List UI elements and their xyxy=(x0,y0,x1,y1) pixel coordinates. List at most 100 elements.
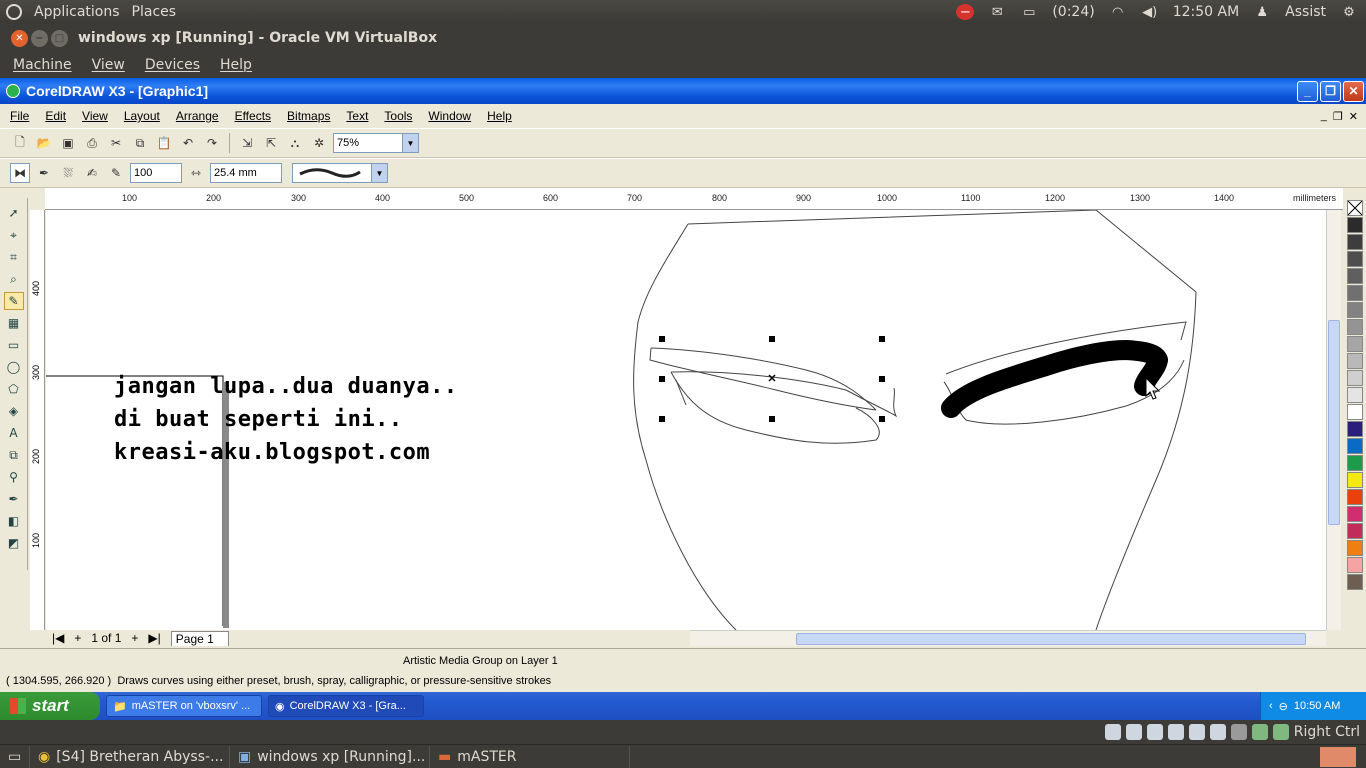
xp-restore-icon[interactable]: ❐ xyxy=(1320,80,1341,102)
fill-tool-icon[interactable]: ◧ xyxy=(4,512,24,530)
menu-help[interactable]: Help xyxy=(220,57,252,73)
maximize-icon[interactable]: □ xyxy=(51,29,68,47)
color-swatch[interactable] xyxy=(1347,319,1363,335)
smoothing-field[interactable]: 100 xyxy=(130,163,182,183)
color-swatch[interactable] xyxy=(1347,421,1363,437)
vertical-ruler[interactable]: 400 300 200 100 xyxy=(30,210,45,630)
scroll-thumb[interactable] xyxy=(1328,320,1340,525)
interactive-blend-icon[interactable]: ⧉ xyxy=(4,446,24,464)
ubuntu-logo-icon[interactable] xyxy=(6,4,22,20)
color-swatch[interactable] xyxy=(1347,455,1363,471)
sprayer-icon[interactable]: ⛆ xyxy=(58,163,78,183)
vertical-scrollbar[interactable] xyxy=(1326,210,1341,630)
shape-tool-icon[interactable]: ⌖ xyxy=(4,226,24,244)
menu-effects[interactable]: Effects xyxy=(235,109,271,123)
color-swatch[interactable] xyxy=(1347,574,1363,590)
page-tab[interactable]: Page 1 xyxy=(170,630,229,646)
places-menu[interactable]: Places xyxy=(132,4,177,20)
paste-icon[interactable]: 📋 xyxy=(154,133,174,153)
crop-tool-icon[interactable]: ⌗ xyxy=(4,248,24,266)
color-swatch[interactable] xyxy=(1347,217,1363,233)
workspace-switcher[interactable] xyxy=(1320,746,1356,767)
drawing-canvas[interactable]: jangan lupa..dua duanya.. di buat sepert… xyxy=(46,210,1326,630)
horizontal-scrollbar[interactable] xyxy=(690,630,1326,646)
optical-drive-icon[interactable] xyxy=(1125,724,1142,740)
doc-minimize-icon[interactable]: _ xyxy=(1321,110,1327,123)
menu-arrange[interactable]: Arrange xyxy=(176,109,219,123)
pick-tool-icon[interactable]: ➚ xyxy=(4,204,24,222)
menu-bitmaps[interactable]: Bitmaps xyxy=(287,109,330,123)
ellipse-tool-icon[interactable]: ◯ xyxy=(4,358,24,376)
tray-arrow-icon[interactable]: ‹ xyxy=(1269,700,1273,712)
tray-status-icon[interactable]: ⊖ xyxy=(1279,700,1288,713)
show-desktop-button[interactable]: ▭ xyxy=(0,745,30,768)
add-page-icon[interactable]: + xyxy=(131,631,138,645)
taskbar-button-coreldraw[interactable]: ◉ CorelDRAW X3 - [Gra... xyxy=(268,695,424,717)
color-swatch[interactable] xyxy=(1347,506,1363,522)
task-virtualbox[interactable]: ▣ windows xp [Running]... xyxy=(230,745,430,768)
virtualization-icon[interactable] xyxy=(1251,724,1268,740)
rectangle-tool-icon[interactable]: ▭ xyxy=(4,336,24,354)
color-swatch[interactable] xyxy=(1347,336,1363,352)
polygon-tool-icon[interactable]: ⬠ xyxy=(4,380,24,398)
pressure-icon[interactable]: ✎ xyxy=(106,163,126,183)
mouse-integration-icon[interactable] xyxy=(1272,724,1289,740)
menu-text[interactable]: Text xyxy=(346,109,368,123)
clock[interactable]: 12:50 AM xyxy=(1173,4,1239,20)
smart-fill-icon[interactable]: ▦ xyxy=(4,314,24,332)
brush-icon[interactable]: ✒ xyxy=(34,163,54,183)
menu-edit[interactable]: Edit xyxy=(45,109,66,123)
doc-close-icon[interactable]: ✕ xyxy=(1349,110,1358,123)
no-fill-swatch[interactable] xyxy=(1347,200,1363,216)
menu-tools[interactable]: Tools xyxy=(384,109,412,123)
last-page-icon[interactable]: ▶| xyxy=(148,631,160,645)
color-swatch[interactable] xyxy=(1347,302,1363,318)
first-page-icon[interactable]: |◀ xyxy=(52,631,64,645)
close-icon[interactable]: ✕ xyxy=(11,29,28,47)
copy-icon[interactable]: ⧉ xyxy=(130,133,150,153)
color-swatch[interactable] xyxy=(1347,472,1363,488)
usb-icon[interactable] xyxy=(1146,724,1163,740)
menu-view[interactable]: View xyxy=(92,57,125,73)
color-swatch[interactable] xyxy=(1347,285,1363,301)
menu-machine[interactable]: Machine xyxy=(13,57,72,73)
redo-icon[interactable]: ↷ xyxy=(202,133,222,153)
power-gear-icon[interactable]: ⚙ xyxy=(1340,4,1358,20)
save-icon[interactable]: ▣ xyxy=(58,133,78,153)
print-icon[interactable]: ⎙ xyxy=(82,133,102,153)
color-swatch[interactable] xyxy=(1347,268,1363,284)
color-swatch[interactable] xyxy=(1347,489,1363,505)
preset-brush-icon[interactable]: ⧓ xyxy=(10,163,30,183)
cut-icon[interactable]: ✂ xyxy=(106,133,126,153)
color-swatch[interactable] xyxy=(1347,557,1363,573)
undo-icon[interactable]: ↶ xyxy=(178,133,198,153)
hard-disk-icon[interactable] xyxy=(1104,724,1121,740)
color-swatch[interactable] xyxy=(1347,251,1363,267)
horizontal-ruler[interactable]: 100 200 300 400 500 600 700 800 900 1000… xyxy=(45,188,1343,210)
shared-folder-icon[interactable] xyxy=(1188,724,1205,740)
color-swatch[interactable] xyxy=(1347,540,1363,556)
color-swatch[interactable] xyxy=(1347,387,1363,403)
user-name[interactable]: Assist xyxy=(1285,4,1326,20)
color-swatch[interactable] xyxy=(1347,523,1363,539)
chevron-down-icon[interactable]: ▼ xyxy=(371,164,387,182)
canvas-text-block[interactable]: jangan lupa..dua duanya.. di buat sepert… xyxy=(114,370,458,469)
artistic-media-tool-icon[interactable]: ✎ xyxy=(3,292,24,310)
menu-layout[interactable]: Layout xyxy=(124,109,160,123)
open-icon[interactable]: 📂 xyxy=(34,133,54,153)
wifi-icon[interactable]: ◠ xyxy=(1109,4,1127,20)
scroll-thumb[interactable] xyxy=(796,633,1306,645)
color-swatch[interactable] xyxy=(1347,404,1363,420)
color-swatch[interactable] xyxy=(1347,370,1363,386)
menu-view[interactable]: View xyxy=(82,109,108,123)
no-entry-icon[interactable]: − xyxy=(956,4,975,20)
color-swatch[interactable] xyxy=(1347,438,1363,454)
coreldraw-app-icon[interactable] xyxy=(6,84,20,98)
xp-minimize-icon[interactable]: _ xyxy=(1297,80,1318,102)
menu-file[interactable]: File xyxy=(10,109,29,123)
start-button[interactable]: start xyxy=(0,692,100,720)
basic-shapes-icon[interactable]: ◈ xyxy=(4,402,24,420)
menu-window[interactable]: Window xyxy=(428,109,471,123)
eyedropper-icon[interactable]: ⚲ xyxy=(4,468,24,486)
zoom-tool-icon[interactable]: ⌕ xyxy=(4,270,24,288)
